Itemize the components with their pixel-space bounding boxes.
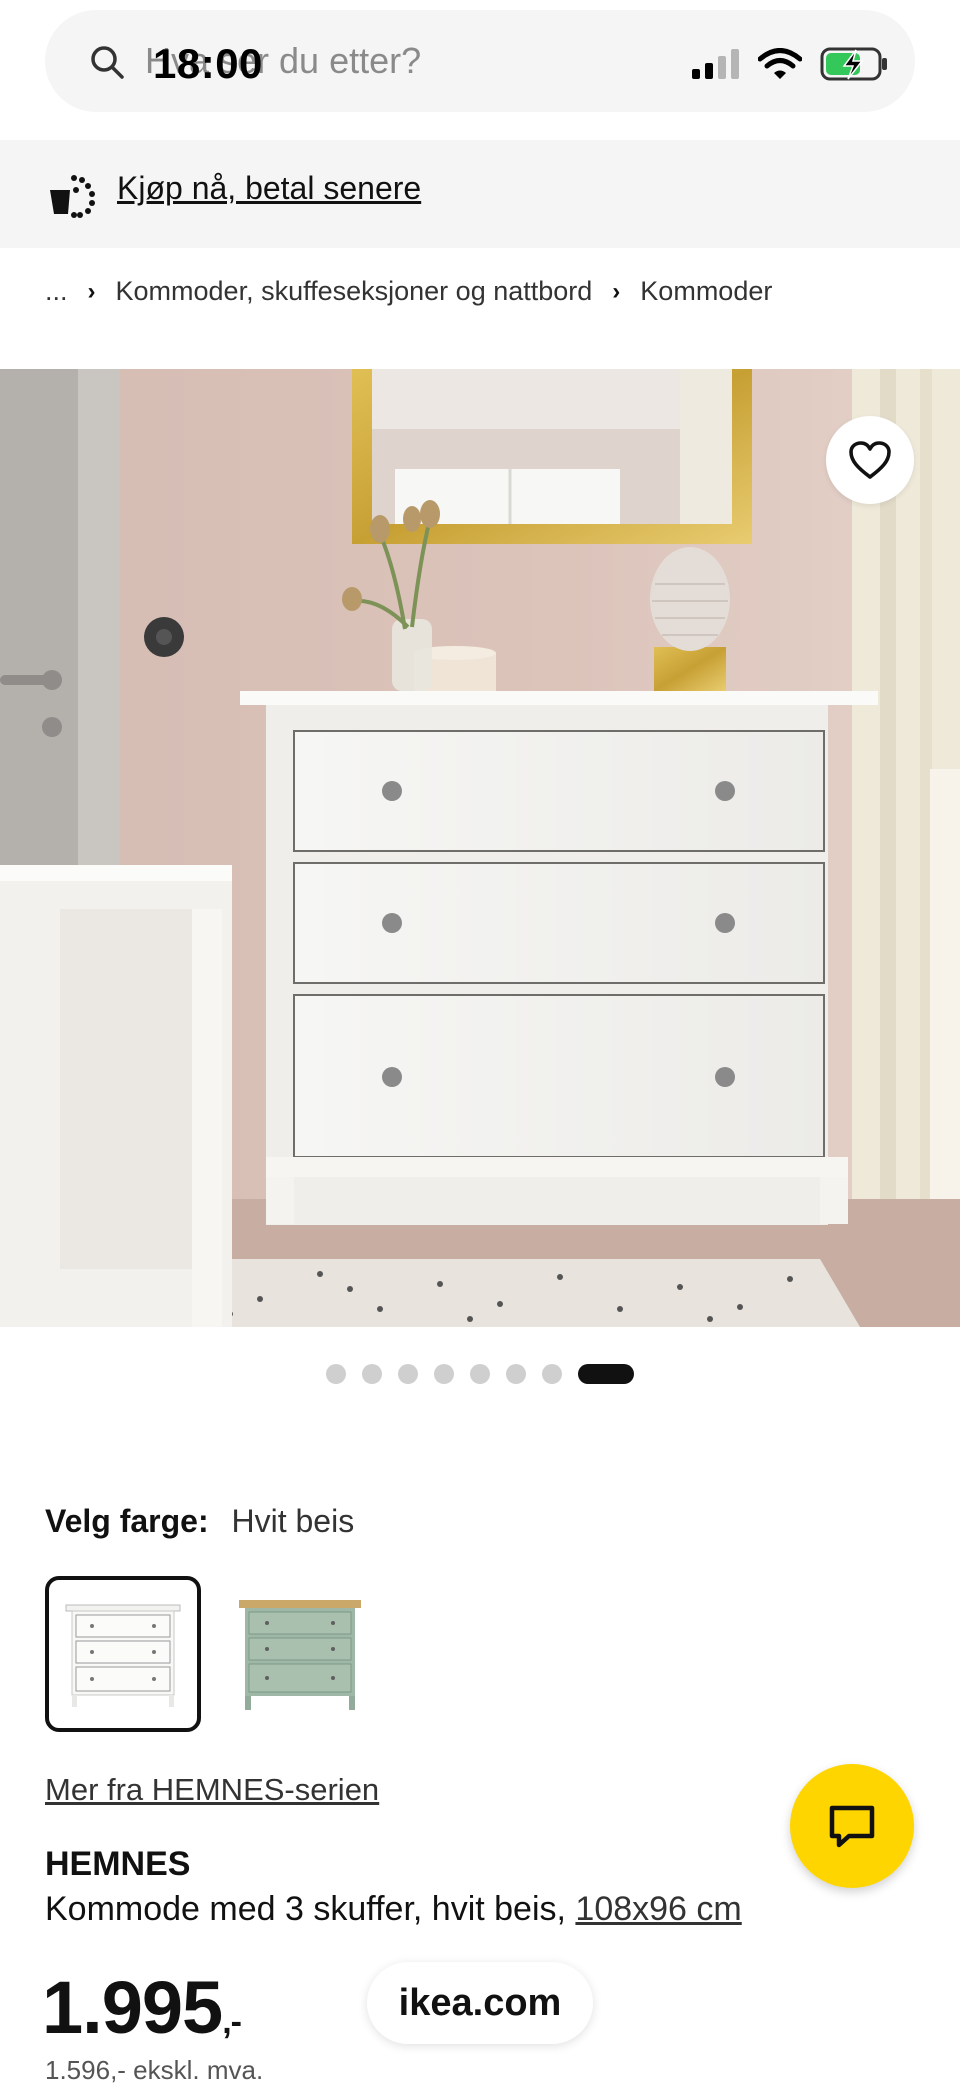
search-bar[interactable]: Hva ser du etter? 18:00 (45, 10, 915, 112)
dresser-green-thumbnail (239, 1600, 361, 1710)
promo-banner: Kjøp nå, betal senere (0, 140, 960, 248)
color-selector-label: Velg farge: Hvit beis (45, 1503, 354, 1540)
gallery-dot[interactable] (434, 1364, 454, 1384)
breadcrumb-item-chests-category[interactable]: Kommoder, skuffeseksjoner og nattbord (116, 276, 593, 307)
search-icon (91, 46, 124, 79)
price-value: 1.995 (42, 1966, 223, 2049)
pay-later-link[interactable]: Kjøp nå, betal senere (117, 170, 421, 207)
price-ex-vat: 1.596,- ekskl. mva. (45, 2055, 264, 2085)
chevron-right-icon: › (612, 277, 621, 305)
color-label: Velg farge: (45, 1503, 209, 1539)
status-time: 18:00 (153, 40, 263, 87)
product-description-text: Kommode med 3 skuffer, hvit beis, (45, 1890, 566, 1928)
gallery-dot-active[interactable] (578, 1364, 634, 1384)
product-name: HEMNES (45, 1845, 191, 1883)
color-option-green[interactable] (222, 1576, 378, 1732)
price-suffix: ,- (222, 2003, 242, 2041)
gallery-pagination (0, 1364, 960, 1384)
gallery-dot[interactable] (326, 1364, 346, 1384)
color-value: Hvit beis (231, 1503, 355, 1539)
color-option-white-stain[interactable] (45, 1576, 201, 1732)
breadcrumb-ellipsis[interactable]: ... (45, 276, 68, 307)
series-link[interactable]: Mer fra HEMNES-serien (45, 1772, 379, 1808)
breadcrumb-item-chests[interactable]: Kommoder (640, 276, 772, 307)
cart-icon (50, 175, 95, 218)
status-icons (692, 46, 890, 82)
gallery-dot[interactable] (542, 1364, 562, 1384)
heart-icon (849, 441, 891, 479)
signal-icon (692, 49, 739, 79)
product-image[interactable] (0, 369, 960, 1327)
product-price: 1.995,- (42, 1965, 242, 2050)
chat-button[interactable] (790, 1764, 914, 1888)
breadcrumb: ... › Kommoder, skuffeseksjoner og nattb… (45, 276, 772, 307)
favorite-button[interactable] (826, 416, 914, 504)
dresser-white-thumbnail (65, 1604, 181, 1707)
gallery-dot[interactable] (470, 1364, 490, 1384)
chevron-right-icon: › (87, 277, 96, 305)
product-size-link[interactable]: 108x96 cm (575, 1890, 741, 1928)
wifi-icon (758, 48, 802, 79)
product-description: Kommode med 3 skuffer, hvit beis, 108x96… (45, 1890, 742, 1929)
battery-icon (820, 47, 887, 81)
gallery-dot[interactable] (506, 1364, 526, 1384)
gallery-dot[interactable] (362, 1364, 382, 1384)
browser-url-bar[interactable]: ikea.com (367, 1962, 593, 2044)
chat-icon (829, 1805, 875, 1848)
product-photo (0, 369, 960, 1327)
gallery-dot[interactable] (398, 1364, 418, 1384)
